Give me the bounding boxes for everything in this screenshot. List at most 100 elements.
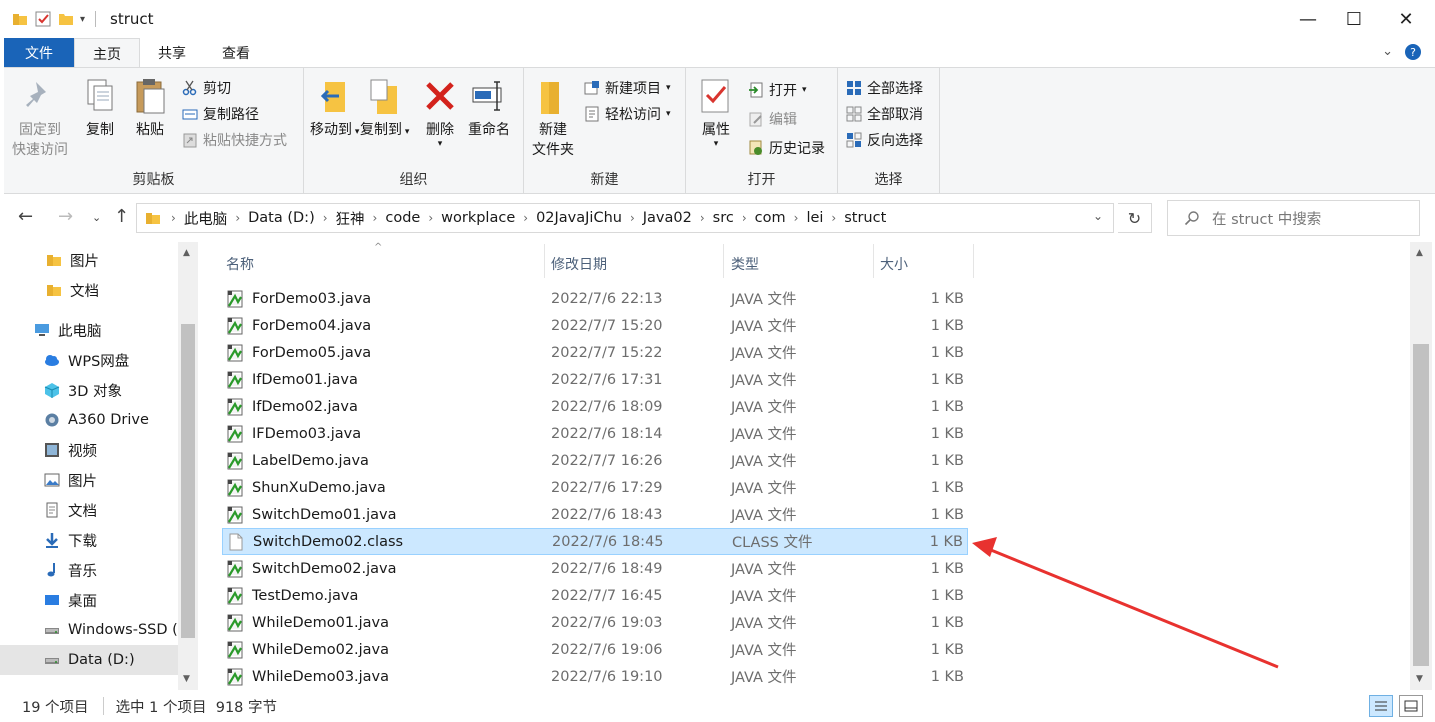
breadcrumb-chevron-icon[interactable]: ›: [630, 211, 635, 225]
maximize-button[interactable]: ☐: [1331, 0, 1377, 38]
file-row[interactable]: IfDemo01.java 2022/7/6 17:31 JAVA 文件 1 KB: [222, 366, 968, 393]
nav-item[interactable]: 音乐: [0, 555, 178, 585]
copy-button[interactable]: 复制: [82, 76, 118, 140]
breadcrumb-chevron-icon[interactable]: ›: [523, 211, 528, 225]
forward-arrow-icon[interactable]: →: [58, 206, 73, 227]
file-row[interactable]: SwitchDemo02.java 2022/7/6 18:49 JAVA 文件 1 …: [222, 555, 968, 582]
column-divider[interactable]: [973, 244, 974, 278]
tab-home[interactable]: 主页: [74, 38, 140, 68]
recent-locations-chevron-icon[interactable]: ⌄: [92, 211, 101, 224]
paste-shortcut-button[interactable]: 粘贴快捷方式: [182, 128, 287, 152]
breadcrumb-chevron-icon[interactable]: ›: [700, 211, 705, 225]
new-folder-button[interactable]: 新建 文件夹: [532, 76, 574, 160]
breadcrumb-item[interactable]: 狂神: [336, 208, 365, 229]
close-button[interactable]: ✕: [1377, 0, 1435, 38]
history-button[interactable]: 历史记录: [748, 136, 825, 160]
breadcrumb-item[interactable]: Data (D:): [248, 210, 315, 226]
nav-item[interactable]: 图片: [0, 465, 178, 495]
file-row[interactable]: ShunXuDemo.java 2022/7/6 17:29 JAVA 文件 1 KB: [222, 474, 968, 501]
file-list-scrollbar[interactable]: ▲ ▼: [1410, 242, 1432, 690]
file-list-scrollbar-thumb[interactable]: [1413, 344, 1429, 666]
details-view-button[interactable]: [1369, 695, 1393, 717]
properties-check-icon[interactable]: [34, 10, 52, 28]
breadcrumb-item[interactable]: com: [755, 210, 786, 226]
file-row[interactable]: WhileDemo03.java 2022/7/6 19:10 JAVA 文件 1 K…: [222, 663, 968, 690]
address-bar[interactable]: › 此电脑 › Data (D:) › 狂神 › code › workplace › 02JavaJ…: [136, 203, 1114, 233]
breadcrumb-item[interactable]: code: [385, 210, 420, 226]
breadcrumb-chevron-icon[interactable]: ›: [428, 211, 433, 225]
nav-item[interactable]: A360 Drive: [0, 405, 178, 435]
file-row[interactable]: SwitchDemo01.java 2022/7/6 18:43 JAVA 文件 1 …: [222, 501, 968, 528]
collapse-ribbon-icon[interactable]: ⌄: [1382, 44, 1393, 60]
scroll-up-arrow-icon[interactable]: ▲: [1416, 248, 1423, 258]
copy-to-button[interactable]: 复制到 ▾: [360, 76, 409, 142]
column-header-name[interactable]: 名称: [226, 250, 254, 278]
folder-icon[interactable]: [12, 11, 28, 27]
breadcrumb-item[interactable]: 此电脑: [184, 208, 228, 229]
breadcrumb-item[interactable]: lei: [806, 210, 823, 226]
breadcrumb-item[interactable]: 02JavaJiChu: [536, 210, 622, 226]
nav-item[interactable]: Data (D:): [0, 645, 178, 675]
scroll-up-arrow-icon[interactable]: ▲: [183, 248, 190, 258]
nav-item[interactable]: 桌面: [0, 585, 178, 615]
breadcrumb-item[interactable]: struct: [844, 210, 886, 226]
rename-button[interactable]: 重命名: [468, 76, 510, 140]
refresh-button[interactable]: ↻: [1118, 203, 1152, 233]
scroll-down-arrow-icon[interactable]: ▼: [183, 674, 190, 684]
select-none-button[interactable]: 全部取消: [846, 102, 923, 126]
tab-file[interactable]: 文件: [4, 38, 74, 68]
breadcrumb-chevron-icon[interactable]: ›: [171, 211, 176, 225]
breadcrumb-chevron-icon[interactable]: ›: [323, 211, 328, 225]
nav-scrollbar-thumb[interactable]: [181, 324, 195, 638]
nav-item[interactable]: 文档: [0, 275, 178, 305]
back-arrow-icon[interactable]: ←: [18, 206, 33, 227]
open-button[interactable]: 打开 ▾: [748, 78, 807, 102]
breadcrumb-chevron-icon[interactable]: ›: [831, 211, 836, 225]
pin-to-quick-access-button[interactable]: 固定到 快速访问: [12, 76, 68, 160]
tab-share[interactable]: 共享: [140, 38, 204, 68]
breadcrumb-item[interactable]: src: [713, 210, 734, 226]
column-divider[interactable]: [873, 244, 874, 278]
breadcrumb-chevron-icon[interactable]: ›: [373, 211, 378, 225]
move-to-button[interactable]: 移动到 ▾: [310, 76, 359, 142]
file-row[interactable]: WhileDemo01.java 2022/7/6 19:03 JAVA 文件 1 K…: [222, 609, 968, 636]
file-row[interactable]: ForDemo04.java 2022/7/7 15:20 JAVA 文件 1 KB: [222, 312, 968, 339]
invert-selection-button[interactable]: 反向选择: [846, 128, 923, 152]
file-row[interactable]: ForDemo03.java 2022/7/6 22:13 JAVA 文件 1 KB: [222, 285, 968, 312]
breadcrumb-item[interactable]: workplace: [441, 210, 515, 226]
paste-button[interactable]: 粘贴: [132, 76, 168, 140]
column-divider[interactable]: [544, 244, 545, 278]
new-item-button[interactable]: 新建项目 ▾: [584, 76, 671, 100]
file-row[interactable]: ForDemo05.java 2022/7/7 15:22 JAVA 文件 1 KB: [222, 339, 968, 366]
scroll-down-arrow-icon[interactable]: ▼: [1416, 674, 1423, 684]
minimize-button[interactable]: —: [1285, 0, 1331, 38]
nav-scrollbar[interactable]: ▲ ▼: [178, 242, 198, 690]
help-icon[interactable]: ?: [1405, 44, 1421, 60]
copy-path-button[interactable]: 复制路径: [182, 102, 259, 126]
file-row[interactable]: IfDemo02.java 2022/7/6 18:09 JAVA 文件 1 KB: [222, 393, 968, 420]
nav-item[interactable]: 视频: [0, 435, 178, 465]
select-all-button[interactable]: 全部选择: [846, 76, 923, 100]
nav-item[interactable]: 3D 对象: [0, 375, 178, 405]
breadcrumb-chevron-icon[interactable]: ›: [794, 211, 799, 225]
column-header-size[interactable]: 大小: [880, 250, 908, 278]
nav-item[interactable]: Windows-SSD (: [0, 615, 178, 645]
file-row[interactable]: SwitchDemo02.class 2022/7/6 18:45 CLASS 文件…: [222, 528, 968, 555]
up-arrow-icon[interactable]: ↑: [114, 206, 129, 227]
breadcrumb-chevron-icon[interactable]: ›: [235, 211, 240, 225]
nav-item[interactable]: 此电脑: [0, 315, 178, 345]
large-icons-view-button[interactable]: [1399, 695, 1423, 717]
file-row[interactable]: TestDemo.java 2022/7/7 16:45 JAVA 文件 1 KB: [222, 582, 968, 609]
column-header-date[interactable]: 修改日期: [551, 250, 607, 278]
breadcrumb-item[interactable]: Java02: [643, 210, 692, 226]
file-row[interactable]: WhileDemo02.java 2022/7/6 19:06 JAVA 文件 1 K…: [222, 636, 968, 663]
cut-button[interactable]: 剪切: [182, 76, 231, 100]
nav-item[interactable]: 下载: [0, 525, 178, 555]
nav-item[interactable]: 图片: [0, 245, 178, 275]
breadcrumb-chevron-icon[interactable]: ›: [742, 211, 747, 225]
column-divider[interactable]: [723, 244, 724, 278]
column-header-type[interactable]: 类型: [731, 250, 759, 278]
properties-button[interactable]: 属性 ▾: [698, 76, 734, 149]
customize-dropdown-icon[interactable]: ▾: [80, 14, 85, 25]
new-folder-icon[interactable]: [58, 11, 74, 27]
